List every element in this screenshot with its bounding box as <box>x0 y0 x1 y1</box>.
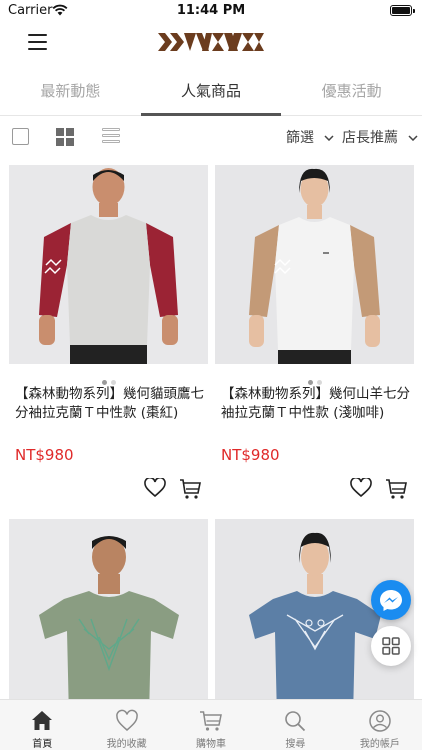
product-image[interactable] <box>9 519 208 699</box>
product-title[interactable]: 【森林動物系列】幾何貓頭鷹七分袖拉克蘭Ｔ中性款 (棗紅) <box>15 385 205 423</box>
grid-icon <box>382 637 400 655</box>
nav-favorites-label: 我的收藏 <box>106 739 147 750</box>
nav-favorites[interactable]: 我的收藏 <box>84 700 168 750</box>
home-icon <box>32 711 53 730</box>
tab-promotions[interactable]: 優惠活動 <box>281 72 422 115</box>
sort-label: 店長推薦 <box>342 130 398 146</box>
search-icon <box>285 711 306 732</box>
product-photo <box>9 165 208 364</box>
image-carousel-dots <box>9 370 208 385</box>
brand-logo <box>158 33 264 51</box>
product-title[interactable]: 【森林動物系列】幾何山羊七分袖拉克蘭Ｔ中性款 (淺咖啡) <box>221 385 411 423</box>
heart-icon[interactable] <box>350 478 372 498</box>
product-photo <box>9 519 208 699</box>
sort-button[interactable]: 店長推薦 <box>342 127 418 147</box>
chevron-down-icon <box>408 135 418 141</box>
nav-cart-label: 購物車 <box>196 739 227 750</box>
product-card[interactable]: 【森林動物系列】幾何貓頭鷹七分袖拉克蘭Ｔ中性款 (棗紅) NT$980 <box>9 165 208 510</box>
cart-icon[interactable] <box>385 478 407 500</box>
product-image[interactable] <box>9 165 208 364</box>
user-icon <box>369 710 391 732</box>
quick-menu-button[interactable] <box>371 626 411 666</box>
status-bar: Carrier 11:44 PM <box>0 0 422 22</box>
battery-icon <box>390 5 415 16</box>
menu-button[interactable] <box>28 34 48 52</box>
list-toolbar: 篩選 店長推薦 <box>0 118 422 156</box>
chevron-down-icon <box>324 135 334 141</box>
product-image[interactable] <box>215 165 414 364</box>
tab-popular-products[interactable]: 人氣商品 <box>140 72 282 116</box>
cart-icon[interactable] <box>179 478 201 500</box>
heart-icon <box>115 709 138 731</box>
image-carousel-dots <box>215 370 414 385</box>
nav-cart[interactable]: 購物車 <box>169 700 253 750</box>
grid-view-icon[interactable] <box>56 128 74 146</box>
category-tabs: 最新動態 人氣商品 優惠活動 <box>0 72 422 116</box>
list-view-icon[interactable] <box>102 128 120 145</box>
nav-home-label: 首頁 <box>32 739 53 750</box>
nav-search[interactable]: 搜尋 <box>253 700 337 750</box>
bottom-navigation: 首頁 我的收藏 購物車 搜尋 我的帳戶 <box>0 699 422 750</box>
tab-latest-news[interactable]: 最新動態 <box>0 72 141 115</box>
nav-search-label: 搜尋 <box>285 739 306 750</box>
product-photo <box>215 165 414 364</box>
messenger-icon <box>380 590 402 611</box>
app-header <box>0 22 422 66</box>
product-price: NT$980 <box>221 446 280 464</box>
heart-icon[interactable] <box>144 478 166 498</box>
filter-button[interactable]: 篩選 <box>286 127 334 147</box>
nav-account[interactable]: 我的帳戶 <box>338 700 422 750</box>
cart-icon <box>200 711 222 731</box>
clock: 11:44 PM <box>176 3 246 18</box>
nav-account-label: 我的帳戶 <box>359 739 400 750</box>
product-card[interactable] <box>9 519 208 699</box>
menu-icon <box>28 34 47 36</box>
single-view-icon[interactable] <box>12 128 29 145</box>
product-card[interactable]: 【森林動物系列】幾何山羊七分袖拉克蘭Ｔ中性款 (淺咖啡) NT$980 <box>215 165 414 510</box>
product-price: NT$980 <box>15 446 74 464</box>
nav-home[interactable]: 首頁 <box>0 700 84 750</box>
messenger-button[interactable] <box>371 580 411 620</box>
filter-label: 篩選 <box>286 130 314 146</box>
